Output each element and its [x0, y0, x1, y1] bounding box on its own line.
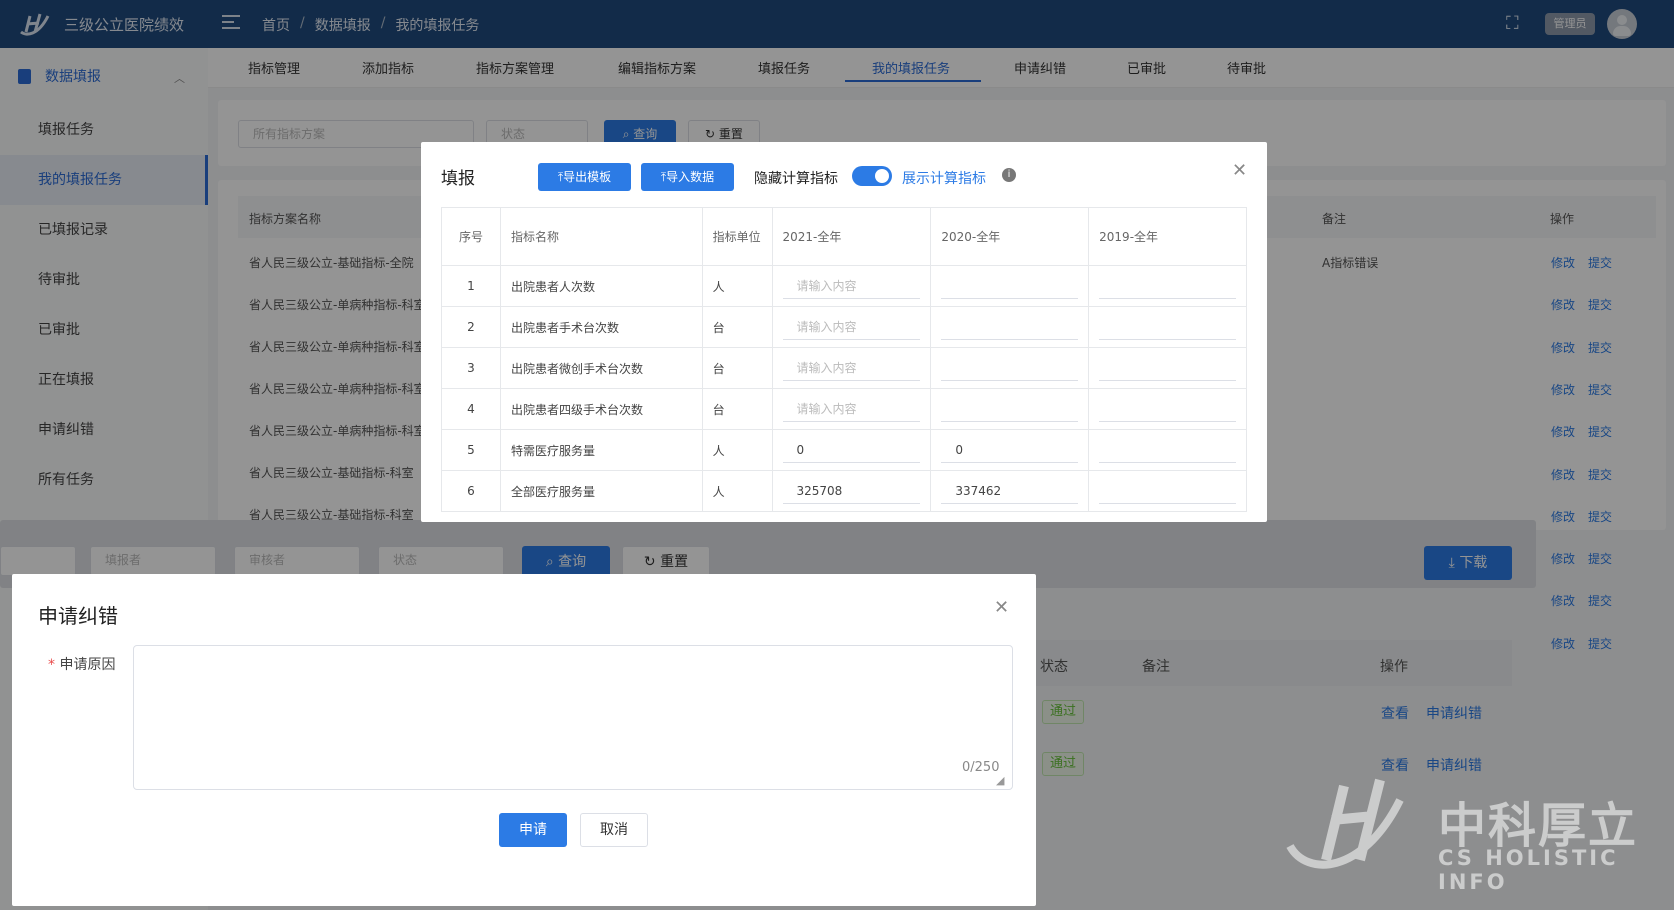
unit-cell: 人	[701, 265, 773, 307]
char-counter: 0/250	[962, 760, 1000, 775]
fill-table-row: 2 出院患者手术台次数台请输入内容	[441, 306, 1247, 348]
resize-handle-icon[interactable]: ◢	[996, 774, 1004, 787]
submit-correction-button[interactable]: 申请	[499, 813, 567, 847]
value-cell	[1088, 429, 1247, 471]
value-cell	[1088, 388, 1247, 430]
value-cell: 325708	[771, 470, 932, 512]
unit-cell: 人	[701, 429, 773, 471]
value-input-v2019[interactable]	[1099, 396, 1236, 422]
value-input-v2020[interactable]	[941, 355, 1079, 381]
indicator-name-cell: 出院患者四级手术台次数	[499, 388, 703, 430]
value-input-v2020[interactable]	[941, 396, 1079, 422]
fill-table-row: 3 出院患者微创手术台次数台请输入内容	[441, 347, 1247, 389]
seq-cell: 6	[441, 470, 501, 512]
value-input-v2020[interactable]: 0	[941, 437, 1079, 463]
reason-label: * 申请原因	[48, 654, 115, 674]
indicator-name-cell: 出院患者手术台次数	[499, 306, 703, 348]
value-input-v2019[interactable]	[1099, 273, 1236, 299]
value-input-v2019[interactable]	[1099, 355, 1236, 381]
reason-label-text: 申请原因	[59, 657, 116, 673]
cancel-button[interactable]: 取消	[580, 813, 648, 847]
required-mark: *	[48, 657, 55, 673]
value-input-v2020[interactable]	[941, 273, 1079, 299]
value-cell	[930, 265, 1090, 307]
value-input-v2020[interactable]	[941, 314, 1079, 340]
value-input-v2021[interactable]: 请输入内容	[782, 314, 921, 340]
col-2019: 2019-全年	[1088, 207, 1247, 266]
value-cell	[930, 388, 1090, 430]
col-seq: 序号	[441, 207, 501, 266]
watermark-en: CS HOLISTIC INFO	[1438, 846, 1619, 894]
value-cell	[1088, 265, 1247, 307]
seq-cell: 4	[441, 388, 501, 430]
calc-indicator-toggle[interactable]	[852, 166, 892, 186]
fill-table-row: 5 特需医疗服务量人 0 0	[441, 429, 1247, 471]
export-label: 导出模板	[563, 170, 612, 184]
show-calc-label: 展示计算指标	[902, 171, 986, 187]
indicator-name-cell: 出院患者微创手术台次数	[499, 347, 703, 389]
indicator-name-cell: 特需医疗服务量	[499, 429, 703, 471]
unit-cell: 台	[701, 306, 773, 348]
value-cell: 请输入内容	[771, 388, 932, 430]
value-cell	[1088, 347, 1247, 389]
unit-cell: 人	[701, 470, 773, 512]
value-input-v2019[interactable]	[1099, 478, 1236, 504]
value-input-v2021[interactable]: 请输入内容	[782, 396, 921, 422]
value-cell	[930, 306, 1090, 348]
value-cell: 0	[930, 429, 1090, 471]
value-cell	[930, 347, 1090, 389]
export-template-button[interactable]: ⤒导出模板	[538, 163, 631, 191]
col-2020: 2020-全年	[930, 207, 1090, 266]
seq-cell: 2	[441, 306, 501, 348]
value-cell	[1088, 470, 1247, 512]
value-cell: 请输入内容	[771, 265, 932, 307]
unit-cell: 台	[701, 347, 773, 389]
watermark-logo-icon	[1286, 778, 1404, 869]
fill-table-row: 4 出院患者四级手术台次数台请输入内容	[441, 388, 1247, 430]
value-input-v2019[interactable]	[1099, 437, 1236, 463]
value-input-v2021[interactable]: 0	[782, 437, 921, 463]
close-icon[interactable]: ✕	[994, 597, 1009, 618]
value-input-v2021[interactable]: 请输入内容	[782, 273, 921, 299]
seq-cell: 3	[441, 347, 501, 389]
fill-table: 序号 指标名称 指标单位 2021-全年 2020-全年 2019-全年 1 出院…	[441, 207, 1247, 512]
col-2021: 2021-全年	[771, 207, 932, 266]
indicator-name-cell: 全部医疗服务量	[499, 470, 703, 512]
correction-dialog-title: 申请纠错	[38, 604, 118, 628]
close-icon[interactable]: ✕	[1232, 160, 1247, 181]
reason-textarea[interactable]	[133, 645, 1013, 790]
seq-cell: 5	[441, 429, 501, 471]
info-icon[interactable]: i	[1002, 168, 1016, 182]
fill-table-row: 6 全部医疗服务量人 325708 337462	[441, 470, 1247, 512]
indicator-name-cell: 出院患者人次数	[499, 265, 703, 307]
import-data-button[interactable]: ⤒导入数据	[641, 163, 734, 191]
hide-calc-label: 隐藏计算指标	[754, 171, 838, 187]
value-cell: 337462	[930, 470, 1090, 512]
value-cell: 请输入内容	[771, 347, 932, 389]
value-cell	[1088, 306, 1247, 348]
col-indicator-name: 指标名称	[499, 207, 703, 266]
import-label: 导入数据	[666, 170, 715, 184]
value-input-v2021[interactable]: 325708	[782, 478, 921, 504]
unit-cell: 台	[701, 388, 773, 430]
seq-cell: 1	[441, 265, 501, 307]
fill-table-wrap[interactable]: 序号 指标名称 指标单位 2021-全年 2020-全年 2019-全年 1 出院…	[441, 207, 1247, 520]
value-cell: 0	[771, 429, 932, 471]
value-input-v2020[interactable]: 337462	[941, 478, 1079, 504]
col-unit: 指标单位	[701, 207, 773, 266]
fill-dialog-title: 填报	[441, 169, 475, 189]
fill-table-row: 1 出院患者人次数人请输入内容	[441, 265, 1247, 307]
value-input-v2021[interactable]: 请输入内容	[782, 355, 921, 381]
value-input-v2019[interactable]	[1099, 314, 1236, 340]
value-cell: 请输入内容	[771, 306, 932, 348]
